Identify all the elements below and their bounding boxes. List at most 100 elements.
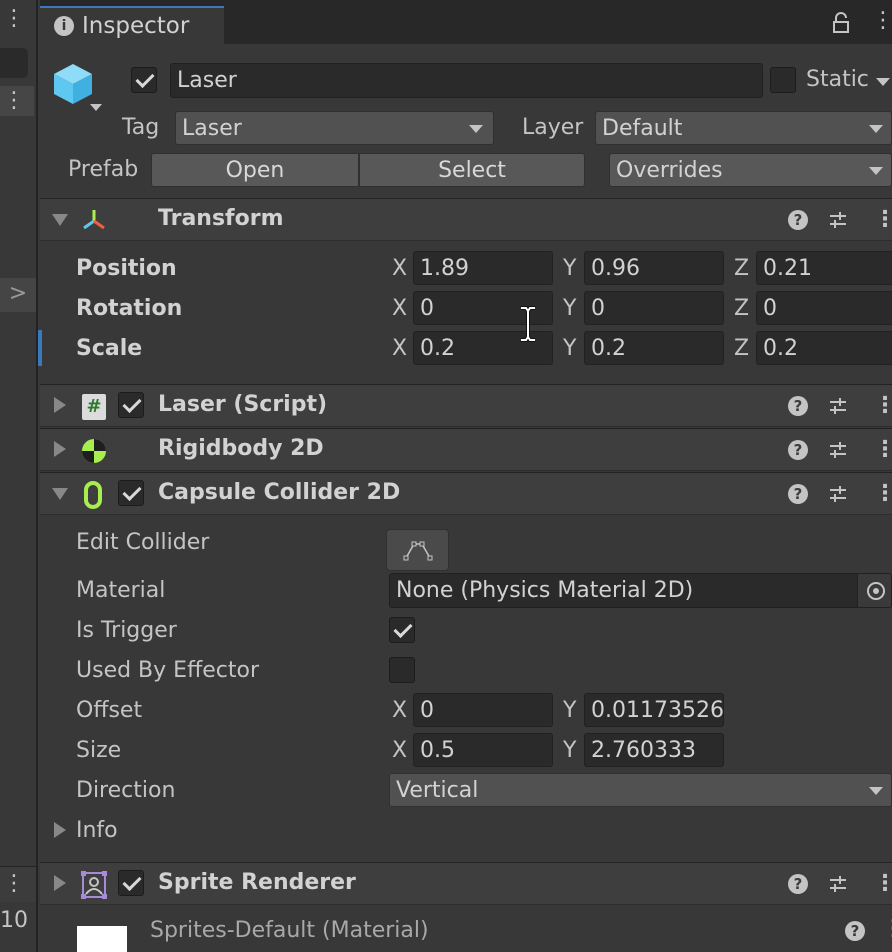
axis-x-label[interactable]: X xyxy=(392,296,407,321)
laser-script-enabled-checkbox[interactable] xyxy=(118,392,144,418)
layer-dropdown[interactable]: Default xyxy=(595,111,892,145)
offset-y-field[interactable]: 0.01173526 xyxy=(584,693,724,727)
position-label[interactable]: Position xyxy=(76,256,177,281)
panel-menu-icon[interactable]: ⋮ xyxy=(3,8,25,30)
position-z-field[interactable]: 0.21 xyxy=(756,251,892,285)
transform-header[interactable]: Transform ? ⋮ xyxy=(40,198,892,241)
static-label[interactable]: Static xyxy=(806,67,869,92)
rigidbody-icon xyxy=(82,439,106,463)
help-icon[interactable]: ? xyxy=(788,210,808,230)
component-menu-icon[interactable]: ⋮ xyxy=(874,481,892,506)
adjacent-selected-row[interactable]: ⋮ xyxy=(0,86,34,116)
size-x-field[interactable]: 0.5 xyxy=(413,733,553,767)
chevron-down-icon xyxy=(469,125,483,133)
edit-collider-button[interactable] xyxy=(386,529,449,571)
scale-y-field[interactable]: 0.2 xyxy=(584,331,724,365)
axis-x-label[interactable]: X xyxy=(392,256,407,281)
rotation-z-field[interactable]: 0 xyxy=(756,291,892,325)
component-menu-icon[interactable]: ⋮ xyxy=(874,393,892,418)
axis-y-label[interactable]: Y xyxy=(563,336,576,361)
help-icon[interactable]: ? xyxy=(788,440,808,460)
axis-y-label[interactable]: Y xyxy=(563,296,576,321)
used-by-effector-checkbox[interactable] xyxy=(389,657,415,683)
sprite-renderer-header[interactable]: Sprite Renderer ? ⋮ xyxy=(40,862,892,905)
help-icon[interactable]: ? xyxy=(788,484,808,504)
rigidbody-header[interactable]: Rigidbody 2D ? ⋮ xyxy=(40,428,892,471)
foldout-open-icon[interactable] xyxy=(52,214,68,226)
presets-icon[interactable] xyxy=(828,874,848,894)
axis-y-label[interactable]: Y xyxy=(563,698,576,723)
gameobject-name-field[interactable]: Laser xyxy=(170,63,763,98)
sprites-default-material-label[interactable]: Sprites-Default (Material) xyxy=(150,918,429,943)
axis-y-label[interactable]: Y xyxy=(563,738,576,763)
laser-script-header[interactable]: # Laser (Script) ? ⋮ xyxy=(40,384,892,427)
material-menu-icon[interactable]: ⋮ xyxy=(882,916,892,952)
direction-dropdown[interactable]: Vertical xyxy=(389,773,892,807)
scale-z-field[interactable]: 0.2 xyxy=(756,331,892,365)
icon-dropdown-arrow[interactable] xyxy=(90,104,102,111)
help-icon[interactable]: ? xyxy=(845,921,865,941)
rotation-y-field[interactable]: 0 xyxy=(584,291,724,325)
adjacent-number: 10 xyxy=(0,908,28,933)
info-foldout-icon[interactable] xyxy=(54,822,66,838)
tab-label: Inspector xyxy=(82,13,190,39)
axis-x-label[interactable]: X xyxy=(392,336,407,361)
axis-x-label[interactable]: X xyxy=(392,738,407,763)
component-menu-icon[interactable]: ⋮ xyxy=(874,871,892,896)
chevron-down-icon xyxy=(869,787,883,795)
axis-z-label[interactable]: Z xyxy=(734,336,749,361)
info-label[interactable]: Info xyxy=(76,818,118,843)
presets-icon[interactable] xyxy=(828,210,848,230)
presets-icon[interactable] xyxy=(828,440,848,460)
component-menu-icon[interactable]: ⋮ xyxy=(874,437,892,462)
bottom-menu-icon[interactable]: ⋮ xyxy=(3,871,25,896)
material-preview-swatch[interactable] xyxy=(77,926,127,952)
gameobject-cube-icon[interactable] xyxy=(52,62,94,106)
component-menu-icon[interactable]: ⋮ xyxy=(874,207,892,232)
help-icon[interactable]: ? xyxy=(788,396,808,416)
foldout-closed-icon[interactable] xyxy=(54,441,66,457)
foldout-closed-icon[interactable] xyxy=(54,397,66,413)
presets-icon[interactable] xyxy=(828,484,848,504)
axis-x-label[interactable]: X xyxy=(392,698,407,723)
size-y-field[interactable]: 2.760333 xyxy=(584,733,724,767)
capsule-collider-header[interactable]: Capsule Collider 2D ? ⋮ xyxy=(40,472,892,515)
tab-inspector[interactable]: i Inspector xyxy=(40,6,224,44)
axis-z-label[interactable]: Z xyxy=(734,256,749,281)
static-checkbox[interactable] xyxy=(770,67,796,93)
position-y-field[interactable]: 0.96 xyxy=(584,251,724,285)
tab-bar: i Inspector ⋮ xyxy=(40,0,892,44)
capsule-collider-enabled-checkbox[interactable] xyxy=(118,480,144,506)
presets-icon[interactable] xyxy=(828,396,848,416)
scale-row-indicator xyxy=(38,330,42,366)
overrides-value: Overrides xyxy=(616,157,723,183)
position-x-field[interactable]: 1.89 xyxy=(413,251,553,285)
tag-dropdown[interactable]: Laser xyxy=(175,111,494,145)
info-icon: i xyxy=(54,16,74,36)
adjacent-field[interactable] xyxy=(0,48,28,78)
axis-z-label[interactable]: Z xyxy=(734,296,749,321)
help-icon[interactable]: ? xyxy=(788,874,808,894)
gameobject-active-checkbox[interactable] xyxy=(131,67,157,93)
foldout-closed-icon[interactable] xyxy=(54,875,66,891)
physics-material-field[interactable]: None (Physics Material 2D) xyxy=(389,573,892,608)
prefab-open-button[interactable]: Open xyxy=(151,153,359,187)
rotation-label[interactable]: Rotation xyxy=(76,296,182,321)
scale-label[interactable]: Scale xyxy=(76,336,142,361)
offset-x-field[interactable]: 0 xyxy=(413,693,553,727)
axis-y-label[interactable]: Y xyxy=(563,256,576,281)
is-trigger-checkbox[interactable] xyxy=(389,617,415,643)
sprite-renderer-enabled-checkbox[interactable] xyxy=(118,870,144,896)
expand-arrow-icon[interactable]: > xyxy=(0,278,36,312)
script-hash-icon: # xyxy=(82,394,106,420)
material-label: Material xyxy=(76,578,166,603)
tab-menu-icon[interactable]: ⋮ xyxy=(872,8,892,33)
lock-icon[interactable] xyxy=(832,12,850,34)
prefab-overrides-dropdown[interactable]: Overrides xyxy=(609,153,892,187)
static-dropdown-arrow[interactable] xyxy=(876,78,890,86)
object-picker-button[interactable] xyxy=(857,574,891,607)
edit-collider-label: Edit Collider xyxy=(76,530,210,555)
sprite-renderer-title: Sprite Renderer xyxy=(158,870,356,895)
prefab-select-button[interactable]: Select xyxy=(359,153,585,187)
foldout-open-icon[interactable] xyxy=(52,488,68,500)
